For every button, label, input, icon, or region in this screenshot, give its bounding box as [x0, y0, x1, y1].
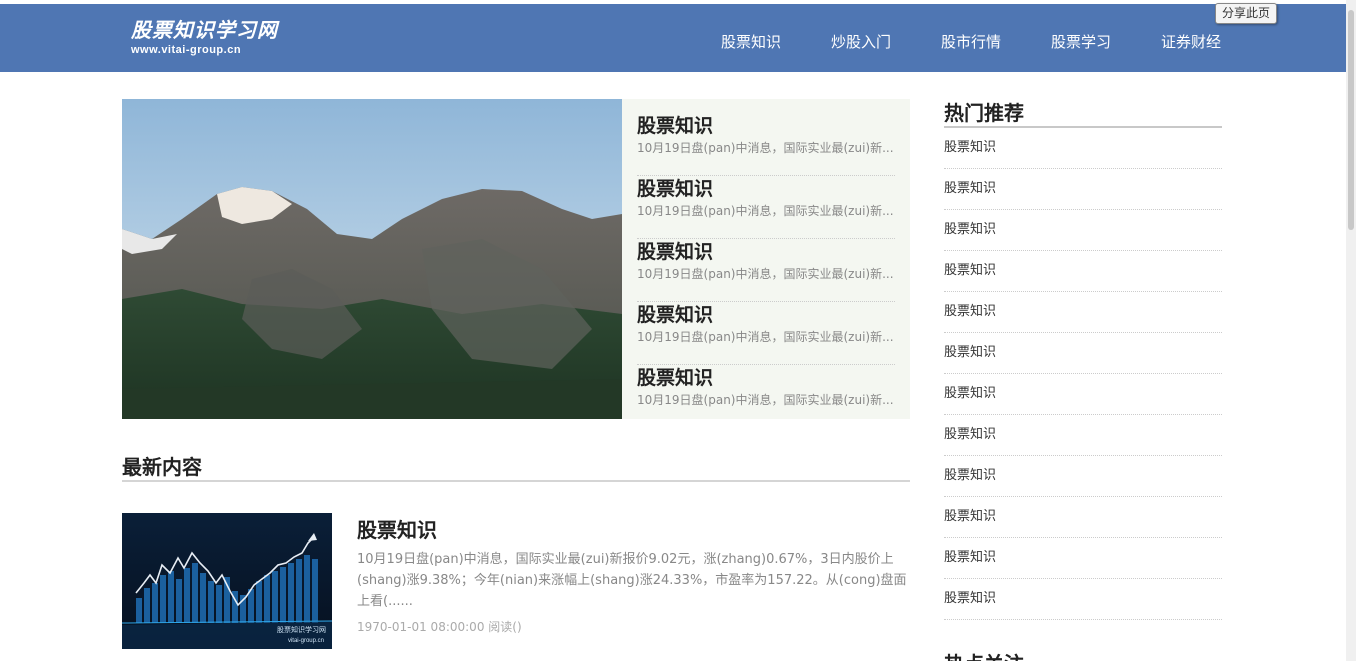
hot-list-item[interactable]: 股票知识: [944, 169, 1222, 210]
hero-item-title[interactable]: 股票知识: [637, 113, 895, 139]
hero-item-desc: 10月19日盘(pan)中消息，国际实业最(zui)新...: [637, 267, 894, 281]
article-description: 10月19日盘(pan)中消息，国际实业最(zui)新报价9.02元，涨(zha…: [357, 552, 907, 609]
article-meta: 1970-01-01 08:00:00 阅读(): [357, 620, 522, 634]
page-scrollbar[interactable]: [1346, 0, 1356, 661]
hot-list-item[interactable]: 股票知识: [944, 210, 1222, 251]
hero-item-title[interactable]: 股票知识: [637, 302, 895, 328]
list-item[interactable]: 股票知识 10月19日盘(pan)中消息，国际实业最(zui)新...: [637, 239, 895, 302]
logo-url: www.vitai-group.cn: [131, 44, 242, 56]
site-header: 股票知识学习网 www.vitai-group.cn 股票知识 炒股入门 股市行…: [0, 4, 1346, 72]
hot-list-item[interactable]: 股票知识: [944, 456, 1222, 497]
hero-item-title[interactable]: 股票知识: [637, 239, 895, 265]
hot-list-item[interactable]: 股票知识: [944, 415, 1222, 456]
hot-list-item[interactable]: 股票知识: [944, 374, 1222, 415]
hero-image[interactable]: [122, 99, 622, 419]
hot-list-item[interactable]: 股票知识: [944, 579, 1222, 620]
nav-item-stock-learning[interactable]: 股票学习: [1051, 31, 1111, 52]
hot-list-item[interactable]: 股票知识: [944, 538, 1222, 579]
hero-item-desc: 10月19日盘(pan)中消息，国际实业最(zui)新...: [637, 330, 894, 344]
hot-list-item[interactable]: 股票知识: [944, 497, 1222, 538]
mountain-landscape-image: [122, 99, 622, 419]
hot-list-item[interactable]: 股票知识: [944, 128, 1222, 169]
hero-item-desc: 10月19日盘(pan)中消息，国际实业最(zui)新...: [637, 393, 894, 407]
focus-section-title: 热点关注: [944, 648, 1024, 661]
nav-item-stock-knowledge[interactable]: 股票知识: [721, 31, 781, 52]
hero-item-desc: 10月19日盘(pan)中消息，国际实业最(zui)新...: [637, 204, 894, 218]
share-button[interactable]: 分享此页: [1215, 3, 1278, 24]
logo-name: 股票知识学习网: [131, 18, 278, 42]
hot-list-item[interactable]: 股票知识: [944, 251, 1222, 292]
hot-list-item[interactable]: 股票知识: [944, 292, 1222, 333]
list-item[interactable]: 股票知识 10月19日盘(pan)中消息，国际实业最(zui)新...: [637, 176, 895, 239]
hot-list: 股票知识 股票知识 股票知识 股票知识 股票知识 股票知识 股票知识 股票知识 …: [944, 128, 1222, 620]
thumb-caption: 股票知识学习网: [277, 627, 326, 634]
article-thumbnail[interactable]: 股票知识学习网 vitai-group.cn: [122, 513, 332, 649]
list-item[interactable]: 股票知识 10月19日盘(pan)中消息，国际实业最(zui)新...: [637, 365, 895, 428]
nav-item-securities-finance[interactable]: 证券财经: [1161, 31, 1221, 52]
site-logo[interactable]: 股票知识学习网 www.vitai-group.cn: [131, 18, 278, 57]
list-item[interactable]: 股票知识 10月19日盘(pan)中消息，国际实业最(zui)新...: [637, 302, 895, 365]
hero-article-list: 股票知识 10月19日盘(pan)中消息，国际实业最(zui)新... 股票知识…: [622, 99, 910, 419]
hero-item-title[interactable]: 股票知识: [637, 176, 895, 202]
nav-item-trading-intro[interactable]: 炒股入门: [831, 31, 891, 52]
list-item[interactable]: 股票知识 10月19日盘(pan)中消息，国际实业最(zui)新...: [637, 113, 895, 176]
latest-section-title: 最新内容: [122, 455, 202, 479]
hero-item-desc: 10月19日盘(pan)中消息，国际实业最(zui)新...: [637, 141, 894, 155]
scrollbar-thumb[interactable]: [1348, 10, 1354, 230]
section-divider: [122, 480, 910, 482]
hero-item-title[interactable]: 股票知识: [637, 365, 895, 391]
hot-section-title: 热门推荐: [944, 101, 1024, 125]
nav-item-market[interactable]: 股市行情: [941, 31, 1001, 52]
article-title[interactable]: 股票知识: [357, 514, 437, 543]
hot-list-item[interactable]: 股票知识: [944, 333, 1222, 374]
thumb-caption-url: vitai-group.cn: [287, 638, 324, 644]
